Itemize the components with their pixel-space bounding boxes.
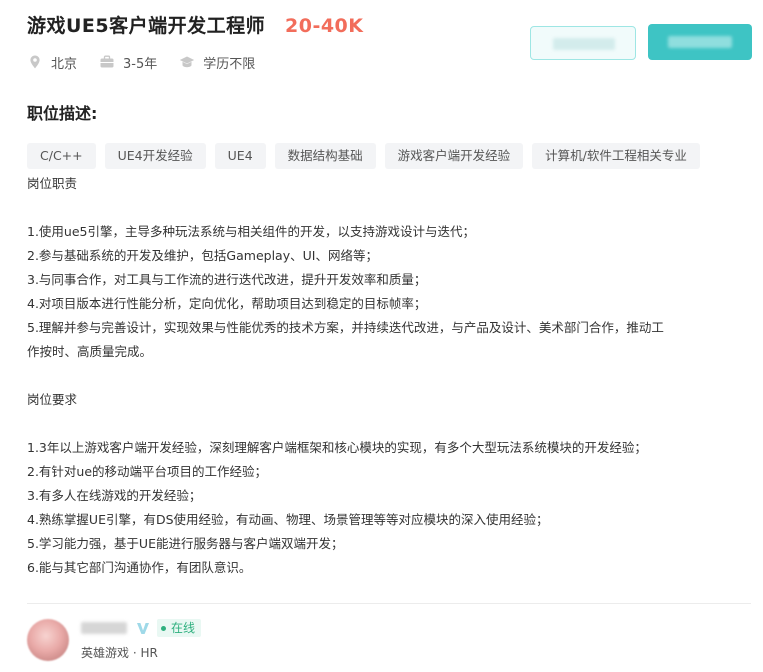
blurred-button-label [668,36,732,48]
recruiter-company-role: 英雄游戏 · HR [81,646,158,660]
recruiter-card[interactable]: 在线 英雄游戏 · HR [27,614,727,664]
description-line: 3.有多人在线游戏的开发经验； [27,488,202,503]
meta-experience: 3-5年 [99,53,157,72]
description-line: 4.对项目版本进行性能分析，定向优化，帮助项目达到稳定的目标帧率； [27,296,427,311]
skill-tag: 数据结构基础 [274,143,376,169]
description-line: 作按时、高质量完成。 [27,344,153,359]
description-line: 4.熟练掌握UE引擎，有DS使用经验，有动画、物理、场景管理等等对应模块的深入使… [27,512,549,527]
divider [27,603,751,604]
description-line: 5.理解并参与完善设计，实现效果与性能优秀的技术方案，并持续迭代改进，与产品及设… [27,320,664,335]
skill-tag: 游戏客户端开发经验 [384,143,524,169]
interested-button[interactable] [530,26,636,60]
online-status-text: 在线 [171,621,196,635]
skill-tag: UE4开发经验 [104,143,206,169]
skill-tags: C/C++ UE4开发经验 UE4 数据结构基础 游戏客户端开发经验 计算机/软… [27,143,709,169]
briefcase-icon [99,54,115,70]
skill-tag: C/C++ [27,143,96,169]
job-city: 北京 [51,56,78,72]
online-status-badge: 在线 [157,619,202,637]
job-education: 学历不限 [203,56,256,72]
salary-range: 20-40K [285,15,364,37]
location-pin-icon [27,54,43,70]
recruiter-name-blurred [81,622,127,634]
graduation-cap-icon [179,54,195,70]
meta-location: 北京 [27,53,77,72]
description-line: 1.使用ue5引擎，主导多种玩法系统与相关组件的开发，以支持游戏设计与迭代； [27,224,475,239]
job-title: 游戏UE5客户端开发工程师 [27,15,266,37]
verified-v-icon [136,620,150,636]
description-line: 2.有针对ue的移动端平台项目的工作经验； [27,464,268,479]
description-heading: 岗位职责 [27,176,78,191]
job-meta: 北京 3-5年 学历不限 [27,52,277,72]
section-title: 职位描述: [27,104,98,123]
job-experience: 3-5年 [123,56,158,72]
skill-tag: UE4 [214,143,266,169]
description-line: 1.3年以上游戏客户端开发经验，深刻理解客户端框架和核心模块的实现，有多个大型玩… [27,440,647,455]
description-line: 6.能与其它部门沟通协作，有团队意识。 [27,560,252,575]
meta-education: 学历不限 [179,53,255,72]
job-description: 岗位职责 1.使用ue5引擎，主导多种玩法系统与相关组件的开发，以支持游戏设计与… [27,172,743,580]
avatar[interactable] [27,619,69,661]
description-heading: 岗位要求 [27,392,78,407]
description-line: 2.参与基础系统的开发及维护，包括Gameplay、UI、网络等； [27,248,378,263]
description-line: 5.学习能力强，基于UE能进行服务器与客户端双端开发； [27,536,344,551]
online-dot-icon [161,625,166,631]
chat-now-button[interactable] [648,24,752,60]
skill-tag: 计算机/软件工程相关专业 [532,143,700,169]
description-line: 3.与同事合作，对工具与工作流的进行迭代改进，提升开发效率和质量； [27,272,427,287]
blurred-button-label [553,38,615,50]
